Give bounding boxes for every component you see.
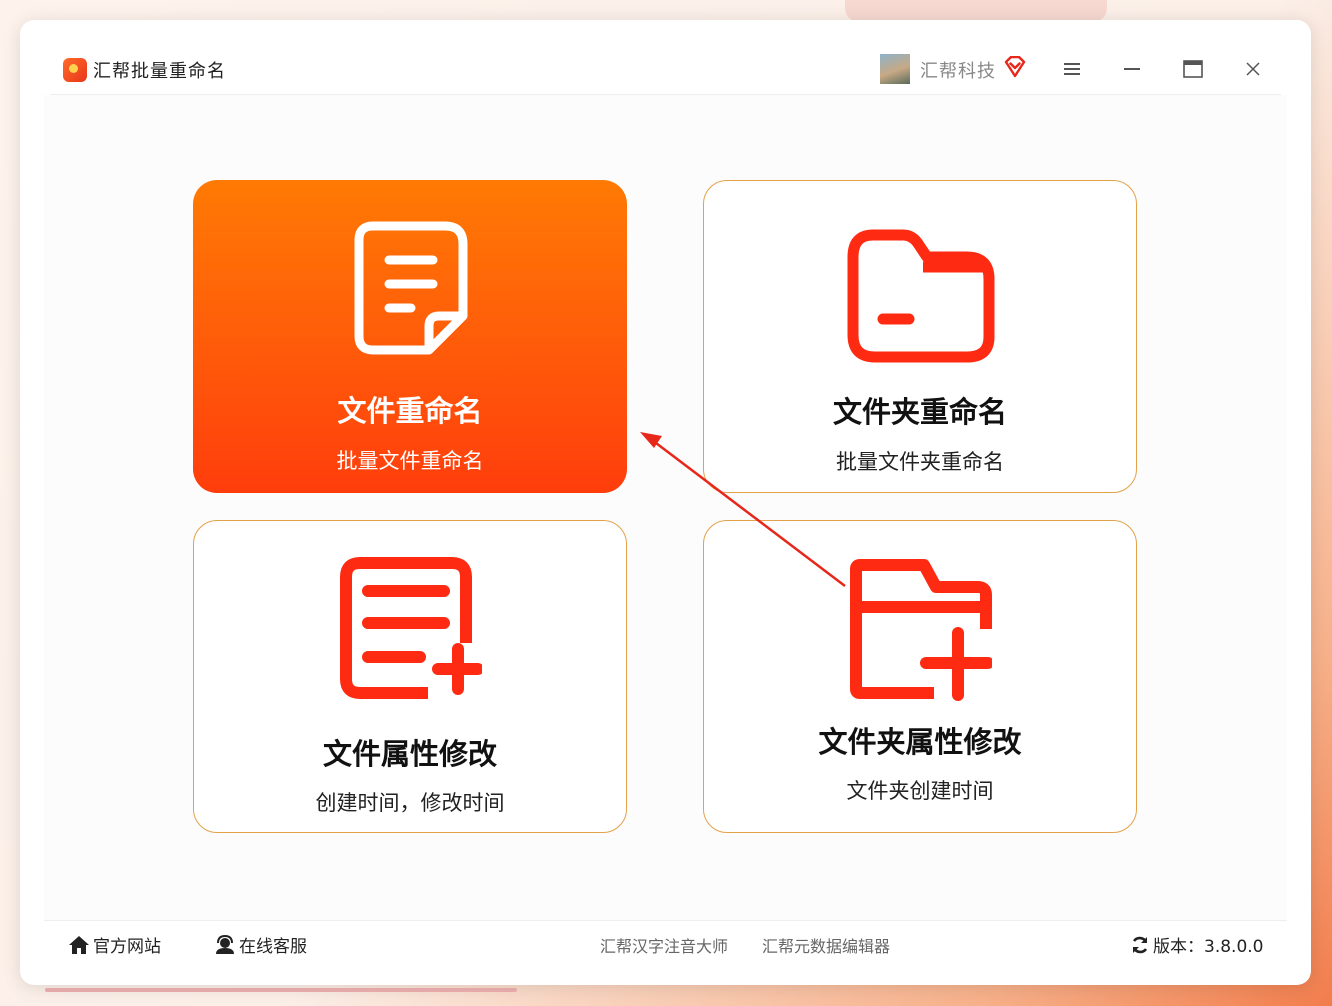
pinyin-master-link[interactable]: 汇帮汉字注音大师	[600, 933, 728, 957]
version-label: 版本：3.8.0.0	[1153, 937, 1264, 957]
app-title: 汇帮批量重命名	[93, 61, 226, 82]
main-panel: 文件重命名 批量文件重命名 文件夹重命名 批量文件夹重命名 文件属性修改 创建时…	[44, 95, 1287, 920]
metadata-editor-link[interactable]: 汇帮元数据编辑器	[762, 933, 890, 957]
title-bar: 汇帮批量重命名 汇帮科技	[20, 20, 1311, 94]
folder-icon	[847, 229, 995, 363]
minimize-icon	[1124, 68, 1140, 70]
card-folder-attributes[interactable]: 文件夹属性修改 文件夹创建时间	[703, 520, 1137, 833]
minimize-button[interactable]	[1119, 56, 1145, 82]
app-logo-icon	[63, 58, 87, 82]
card-file-rename[interactable]: 文件重命名 批量文件重命名	[193, 180, 627, 493]
official-website-link[interactable]: 官方网站	[68, 932, 161, 957]
card-title: 文件属性修改	[322, 737, 497, 771]
brand-name[interactable]: 汇帮科技	[920, 57, 996, 83]
background-decoration	[845, 0, 1107, 22]
menu-button[interactable]	[1059, 56, 1085, 82]
online-support-label: 在线客服	[239, 937, 307, 957]
online-support-link[interactable]: 在线客服	[214, 932, 307, 957]
folder-plus-icon	[850, 559, 992, 701]
maximize-button[interactable]	[1180, 56, 1206, 82]
hamburger-icon	[1064, 63, 1080, 75]
card-subtitle: 文件夹创建时间	[846, 779, 994, 803]
card-title: 文件重命名	[337, 394, 483, 428]
document-plus-icon	[340, 557, 482, 699]
card-folder-rename[interactable]: 文件夹重命名 批量文件夹重命名	[703, 180, 1137, 493]
home-icon	[69, 935, 89, 954]
maximize-icon	[1183, 60, 1203, 78]
document-icon	[354, 221, 468, 355]
card-title: 文件夹重命名	[832, 395, 1007, 429]
card-subtitle: 创建时间，修改时间	[315, 791, 505, 815]
footer-bar: 官方网站 在线客服 汇帮汉字注音大师 汇帮元数据编辑器 版本：3.8.0.0	[44, 920, 1287, 963]
official-website-label: 官方网站	[93, 937, 161, 957]
card-file-attributes[interactable]: 文件属性修改 创建时间，修改时间	[193, 520, 627, 833]
user-avatar[interactable]	[880, 54, 910, 84]
version-info[interactable]: 版本：3.8.0.0	[1130, 932, 1263, 957]
background-bar	[45, 988, 517, 992]
card-title: 文件夹属性修改	[818, 725, 1022, 759]
refresh-icon	[1132, 936, 1148, 953]
card-subtitle: 批量文件重命名	[336, 449, 484, 473]
close-button[interactable]	[1240, 56, 1266, 82]
headset-icon	[216, 934, 234, 954]
app-window: 汇帮批量重命名 汇帮科技 文件重命名 批量文件重命名 文件夹重命名 批量文件夹重…	[20, 20, 1311, 985]
close-icon	[1246, 62, 1260, 76]
vip-diamond-icon[interactable]	[1003, 56, 1027, 78]
card-subtitle: 批量文件夹重命名	[836, 450, 1004, 474]
